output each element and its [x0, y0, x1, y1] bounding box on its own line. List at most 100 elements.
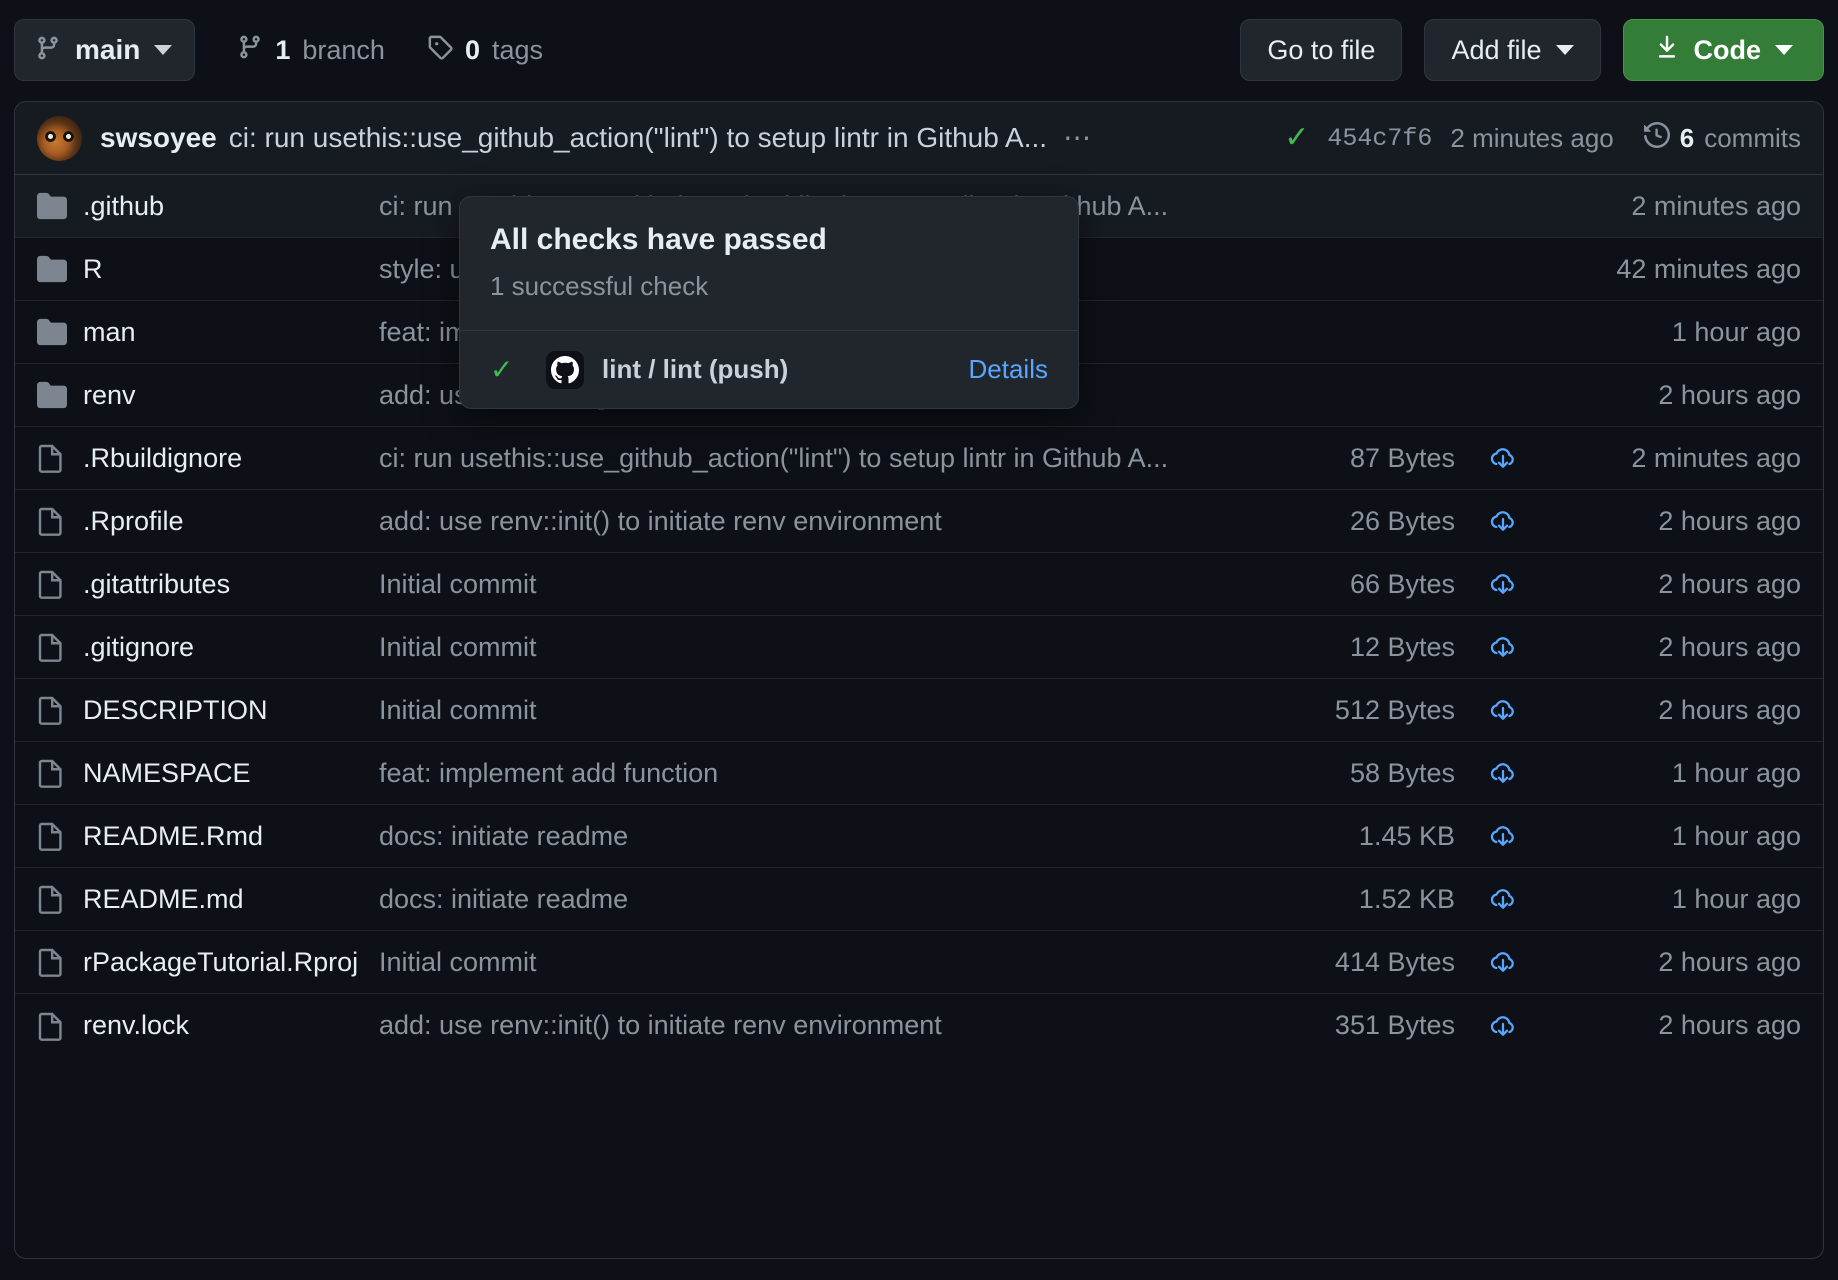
file-commit-message[interactable]: Initial commit — [379, 569, 1255, 600]
file-commit-message[interactable]: add: use renv::init() to initiate renv e… — [379, 1010, 1255, 1041]
file-commit-message[interactable]: docs: initiate readme — [379, 821, 1255, 852]
file-commit-time[interactable]: 2 hours ago — [1551, 380, 1801, 411]
file-icon — [37, 569, 83, 599]
download-raw-file-icon[interactable] — [1455, 505, 1551, 537]
table-row[interactable]: .Rbuildignore ci: run usethis::use_github… — [15, 427, 1823, 490]
branch-selector-button[interactable]: main — [14, 19, 196, 81]
download-raw-file-icon[interactable] — [1455, 568, 1551, 600]
file-name[interactable]: man — [83, 317, 379, 348]
table-row[interactable]: DESCRIPTION Initial commit 512 Bytes 2 hour… — [15, 679, 1823, 742]
file-commit-time[interactable]: 42 minutes ago — [1551, 254, 1801, 285]
check-circle-icon[interactable]: ✓ — [1284, 123, 1309, 153]
file-name[interactable]: .gitignore — [83, 632, 379, 663]
checks-popover-title: All checks have passed — [490, 223, 827, 256]
tag-count-value: 0 — [464, 34, 480, 65]
file-name[interactable]: .Rprofile — [83, 506, 379, 537]
file-name[interactable]: rPackageTutorial.Rproj — [83, 947, 379, 978]
file-commit-message[interactable]: docs: initiate readme — [379, 884, 1255, 915]
file-commit-time[interactable]: 2 hours ago — [1551, 1010, 1801, 1041]
download-raw-file-icon[interactable] — [1455, 631, 1551, 663]
file-name[interactable]: .gitattributes — [83, 569, 379, 600]
tag-count-label: tags — [491, 34, 544, 65]
file-size: 414 Bytes — [1334, 946, 1455, 977]
download-raw-file-icon[interactable] — [1455, 820, 1551, 852]
file-name[interactable]: README.md — [83, 884, 379, 915]
chevron-down-icon — [154, 45, 173, 55]
file-commit-message[interactable]: Initial commit — [379, 695, 1255, 726]
file-commit-time[interactable]: 2 minutes ago — [1551, 443, 1801, 474]
table-row[interactable]: .gitattributes Initial commit 66 Bytes 2 ho… — [15, 553, 1823, 616]
file-icon — [37, 947, 83, 977]
download-raw-file-icon[interactable] — [1455, 442, 1551, 474]
table-row[interactable]: renv.lock add: use renv::init() to initia… — [15, 994, 1823, 1057]
file-commit-time[interactable]: 2 minutes ago — [1551, 191, 1801, 222]
checks-popover-subtitle: 1 successful check — [490, 271, 709, 301]
folder-icon — [37, 317, 83, 347]
download-raw-file-icon[interactable] — [1455, 757, 1551, 789]
tag-count[interactable]: 0 tags — [427, 32, 543, 69]
table-row[interactable]: .gitignore Initial commit 12 Bytes 2 hours … — [15, 616, 1823, 679]
file-size: 12 Bytes — [1349, 631, 1455, 662]
commit-author[interactable]: swsoyee — [100, 122, 217, 154]
file-icon — [37, 443, 83, 473]
expand-commit-message-button[interactable]: ⋯ — [1063, 123, 1093, 151]
file-commit-time[interactable]: 1 hour ago — [1551, 821, 1801, 852]
download-icon — [1654, 33, 1680, 68]
file-icon — [37, 695, 83, 725]
table-row[interactable]: .Rprofile add: use renv::init() to initia… — [15, 490, 1823, 553]
file-size: 66 Bytes — [1349, 568, 1455, 599]
checks-popover: All checks have passed 1 successful chec… — [459, 196, 1079, 409]
file-commit-message[interactable]: add: use renv::init() to initiate renv e… — [379, 506, 1255, 537]
file-size: 58 Bytes — [1349, 757, 1455, 788]
commit-meta: ✓ 454c7f6 2 minutes ago 6 commits — [1284, 121, 1801, 156]
check-run-name[interactable]: lint / lint (push) — [602, 354, 788, 385]
file-commit-time[interactable]: 2 hours ago — [1551, 695, 1801, 726]
file-name[interactable]: README.Rmd — [83, 821, 379, 852]
code-button-label: Code — [1693, 34, 1762, 65]
file-name[interactable]: .Rbuildignore — [83, 443, 379, 474]
file-name[interactable]: DESCRIPTION — [83, 695, 379, 726]
avatar[interactable] — [37, 115, 82, 161]
chevron-down-icon — [1555, 45, 1574, 55]
file-commit-time[interactable]: 1 hour ago — [1551, 884, 1801, 915]
file-commit-message[interactable]: feat: implement add function — [379, 758, 1255, 789]
latest-commit-row: swsoyee ci: run usethis::use_github_acti… — [15, 102, 1823, 175]
download-raw-file-icon[interactable] — [1455, 694, 1551, 726]
folder-icon — [37, 191, 83, 221]
table-row[interactable]: README.Rmd docs: initiate readme 1.45 KB 1 … — [15, 805, 1823, 868]
table-row[interactable]: README.md docs: initiate readme 1.52 KB 1 h… — [15, 868, 1823, 931]
file-icon — [37, 758, 83, 788]
commits-count-link[interactable]: 6 commits — [1643, 121, 1801, 156]
branch-count[interactable]: 1 branch — [237, 32, 385, 69]
table-row[interactable]: NAMESPACE feat: implement add function 58 … — [15, 742, 1823, 805]
file-name[interactable]: renv.lock — [83, 1010, 379, 1041]
checks-popover-header: All checks have passed 1 successful chec… — [460, 197, 1078, 330]
file-name[interactable]: .github — [83, 191, 379, 222]
table-row[interactable]: rPackageTutorial.Rproj Initial commit 414 … — [15, 931, 1823, 994]
commit-time: 2 minutes ago — [1450, 122, 1614, 153]
file-commit-time[interactable]: 2 hours ago — [1551, 569, 1801, 600]
commits-count-label: commits — [1704, 122, 1801, 153]
file-commit-message[interactable]: ci: run usethis::use_github_action("lint… — [379, 443, 1255, 474]
file-name[interactable]: renv — [83, 380, 379, 411]
file-commit-time[interactable]: 2 hours ago — [1551, 506, 1801, 537]
go-to-file-button[interactable]: Go to file — [1240, 19, 1403, 81]
code-button[interactable]: Code — [1622, 19, 1824, 81]
file-commit-time[interactable]: 2 hours ago — [1551, 632, 1801, 663]
check-details-link[interactable]: Details — [969, 354, 1048, 385]
download-raw-file-icon[interactable] — [1455, 883, 1551, 915]
download-raw-file-icon[interactable] — [1455, 1010, 1551, 1042]
file-commit-time[interactable]: 1 hour ago — [1551, 317, 1801, 348]
file-commit-time[interactable]: 2 hours ago — [1551, 947, 1801, 978]
commit-message[interactable]: ci: run usethis::use_github_action("lint… — [229, 122, 1047, 154]
go-to-file-label: Go to file — [1267, 34, 1376, 65]
file-name[interactable]: NAMESPACE — [83, 758, 379, 789]
file-commit-message[interactable]: Initial commit — [379, 632, 1255, 663]
file-commit-message[interactable]: Initial commit — [379, 947, 1255, 978]
download-raw-file-icon[interactable] — [1455, 946, 1551, 978]
add-file-button[interactable]: Add file — [1424, 19, 1601, 81]
file-commit-time[interactable]: 1 hour ago — [1551, 758, 1801, 789]
commits-count-value: 6 — [1679, 122, 1695, 153]
commit-sha[interactable]: 454c7f6 — [1327, 124, 1432, 153]
file-name[interactable]: R — [83, 254, 379, 285]
